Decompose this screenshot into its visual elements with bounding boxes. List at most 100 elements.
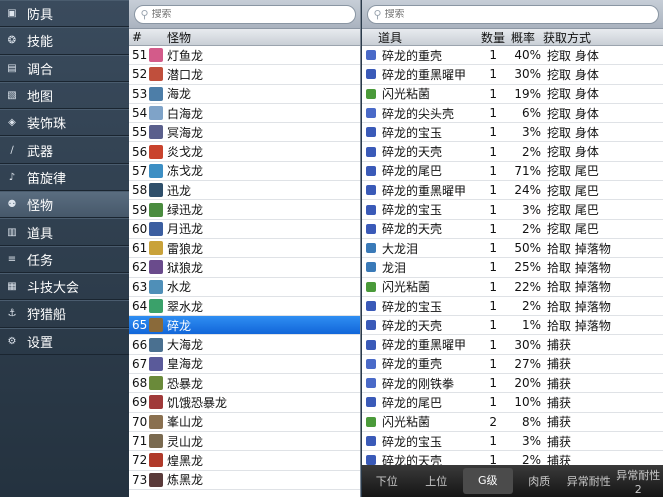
item-row[interactable]: 大龙泪 1 50% 拾取 掉落物: [362, 239, 663, 259]
header-quantity: 数量: [481, 30, 506, 45]
item-type-icon: [366, 320, 376, 331]
rank-tab[interactable]: 异常耐性2: [614, 467, 663, 496]
sidebar-item[interactable]: ∕ 武器: [0, 136, 129, 164]
item-row[interactable]: 碎龙的天壳 1 2% 挖取 身体: [362, 142, 663, 162]
monster-row[interactable]: 59 绿迅龙: [129, 200, 360, 220]
sidebar-item[interactable]: ▤ 调合: [0, 54, 129, 82]
monster-row[interactable]: 63 水龙: [129, 278, 360, 297]
item-quantity: 1: [489, 241, 497, 256]
sidebar-item[interactable]: ▣ 防具: [0, 0, 129, 28]
sidebar-item[interactable]: ◈ 装饰珠: [0, 109, 129, 137]
item-row[interactable]: 碎龙的重壳 1 27% 捕获: [362, 355, 663, 375]
rank-tab[interactable]: 异常耐性: [564, 473, 614, 489]
monster-row[interactable]: 71 灵山龙: [129, 432, 360, 452]
sidebar-item[interactable]: ❂ 技能: [0, 27, 129, 55]
skill-icon: ❂: [7, 35, 17, 47]
item-rate: 25%: [514, 260, 541, 275]
monster-row[interactable]: 55 冥海龙: [129, 123, 360, 143]
monster-row[interactable]: 57 冻戈龙: [129, 162, 360, 182]
item-row[interactable]: 碎龙的宝玉 1 3% 捕获: [362, 432, 663, 452]
item-row[interactable]: 碎龙的天壳 1 2% 挖取 尾巴: [362, 220, 663, 239]
item-row[interactable]: 龙泪 1 25% 拾取 掉落物: [362, 258, 663, 278]
item-name: 碎龙的宝玉: [382, 203, 443, 218]
monster-name: 炎戈龙: [167, 145, 204, 160]
rank-tab[interactable]: 上位: [412, 473, 462, 489]
item-search-input[interactable]: [384, 8, 658, 20]
item-search-box[interactable]: ⚲: [366, 4, 659, 24]
item-name: 碎龙的宝玉: [382, 125, 443, 140]
monster-row[interactable]: 68 恐暴龙: [129, 374, 360, 394]
item-row[interactable]: 碎龙的宝玉 1 2% 拾取 掉落物: [362, 297, 663, 317]
item-rate: 8%: [521, 414, 541, 429]
item-rate: 6%: [521, 106, 541, 121]
item-row[interactable]: 碎龙的天壳 1 1% 拾取 掉落物: [362, 316, 663, 336]
combine-icon: ▤: [7, 62, 17, 74]
monster-row[interactable]: 62 狱狼龙: [129, 258, 360, 278]
item-row[interactable]: 碎龙的重黑曜甲 1 30% 捕获: [362, 335, 663, 355]
monster-row[interactable]: 73 炼黑龙: [129, 471, 360, 490]
rank-tab[interactable]: G级: [463, 468, 513, 494]
item-rate: 3%: [521, 202, 541, 217]
melody-icon: ♪: [8, 171, 16, 183]
item-row[interactable]: 碎龙的重壳 1 40% 挖取 身体: [362, 46, 663, 66]
item-row[interactable]: 碎龙的尾巴 1 71% 挖取 尾巴: [362, 162, 663, 182]
sidebar-item[interactable]: ▧ 地图: [0, 81, 129, 110]
rank-tab[interactable]: 下位: [362, 473, 412, 489]
monster-row[interactable]: 58 迅龙: [129, 181, 360, 201]
sidebar-item[interactable]: ♪ 笛旋律: [0, 163, 129, 192]
rank-tab[interactable]: 肉质: [515, 473, 565, 489]
monster-row[interactable]: 52 潜口龙: [129, 65, 360, 85]
monster-number: 56: [132, 144, 148, 159]
monster-name: 大海龙: [167, 338, 204, 353]
monster-row[interactable]: 65 碎龙: [129, 316, 360, 336]
item-row[interactable]: 碎龙的宝玉 1 3% 挖取 尾巴: [362, 200, 663, 220]
item-quantity: 1: [489, 144, 497, 159]
item-row[interactable]: 碎龙的重黑曜甲 1 24% 挖取 尾巴: [362, 181, 663, 201]
monster-search-box[interactable]: ⚲: [133, 4, 356, 24]
monster-thumbnail-icon: [149, 260, 163, 275]
monster-row[interactable]: 60 月迅龙: [129, 220, 360, 239]
item-method: 挖取 尾巴: [547, 164, 599, 179]
item-method: 捕获: [547, 415, 572, 430]
sidebar-item[interactable]: ⚓ 狩猎船: [0, 300, 129, 328]
item-method: 挖取 尾巴: [547, 203, 599, 218]
item-type-icon: [366, 416, 376, 427]
monster-row[interactable]: 54 白海龙: [129, 104, 360, 124]
monster-number: 60: [132, 221, 148, 236]
monster-row[interactable]: 69 饥饿恐暴龙: [129, 393, 360, 413]
monster-name: 峯山龙: [167, 415, 204, 430]
monster-row[interactable]: 67 皇海龙: [129, 355, 360, 375]
sidebar-item[interactable]: ≡ 任务: [0, 245, 129, 273]
monster-row[interactable]: 64 翠水龙: [129, 297, 360, 317]
sidebar-item[interactable]: ⚙ 设置: [0, 327, 129, 355]
ship-icon: ⚓: [7, 308, 17, 320]
item-row[interactable]: 碎龙的重黑曜甲 1 30% 挖取 身体: [362, 65, 663, 85]
monster-number: 70: [132, 414, 148, 429]
weapon-icon: ∕: [10, 144, 14, 156]
item-row[interactable]: 碎龙的尖头壳 1 6% 挖取 身体: [362, 104, 663, 124]
monster-row[interactable]: 70 峯山龙: [129, 413, 360, 432]
item-row[interactable]: 碎龙的尾巴 1 10% 捕获: [362, 393, 663, 413]
item-row[interactable]: 碎龙的宝玉 1 3% 挖取 身体: [362, 123, 663, 143]
monster-name: 炼黑龙: [167, 473, 204, 488]
item-method: 捕获: [547, 376, 572, 391]
item-row[interactable]: 碎龙的刚铁拳 1 20% 捕获: [362, 374, 663, 394]
item-rate: 1%: [521, 318, 541, 333]
monster-row[interactable]: 51 灯鱼龙: [129, 46, 360, 66]
monster-row[interactable]: 56 炎戈龙: [129, 142, 360, 162]
monster-row[interactable]: 72 煌黑龙: [129, 451, 360, 471]
monster-search-input[interactable]: [151, 8, 355, 20]
monster-row[interactable]: 53 海龙: [129, 85, 360, 104]
item-row[interactable]: 闪光粘菌 1 19% 挖取 身体: [362, 85, 663, 104]
item-row[interactable]: 闪光粘菌 1 22% 拾取 掉落物: [362, 278, 663, 297]
item-method: 挖取 身体: [547, 106, 599, 121]
sidebar-item-label: 调合: [27, 62, 54, 78]
monster-thumbnail-icon: [149, 163, 163, 178]
sidebar-item[interactable]: ▦ 斗技大会: [0, 272, 129, 301]
monster-row[interactable]: 61 雷狼龙: [129, 239, 360, 259]
sidebar-item[interactable]: ▥ 道具: [0, 218, 129, 246]
item-row[interactable]: 闪光粘菌 2 8% 捕获: [362, 413, 663, 432]
sidebar-item[interactable]: ⚉ 怪物: [0, 191, 129, 219]
monster-row[interactable]: 66 大海龙: [129, 335, 360, 355]
item-quantity: 1: [489, 125, 497, 140]
